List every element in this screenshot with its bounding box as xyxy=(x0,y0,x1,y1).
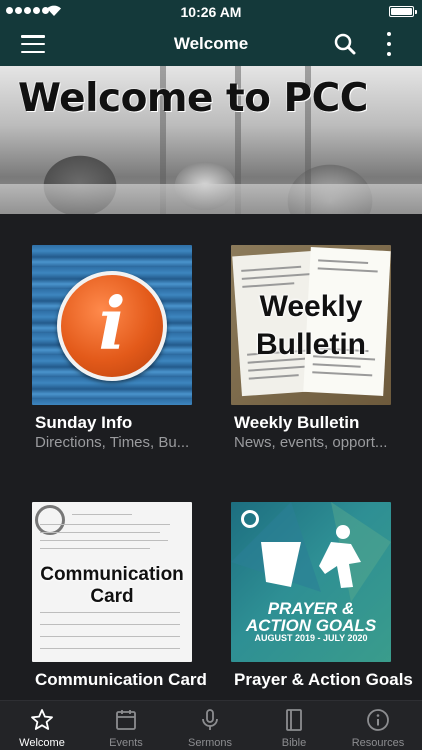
info-badge-icon: i xyxy=(57,271,167,381)
communication-card-image: Communication Card xyxy=(32,502,192,662)
banner-photo-detail xyxy=(0,184,422,214)
page-title: Welcome xyxy=(173,34,249,53)
prayer-image-text: PRAYER & ACTION GOALS xyxy=(245,599,377,635)
logo-icon xyxy=(35,505,65,535)
tab-resources[interactable]: Resources xyxy=(336,701,420,750)
microphone-icon xyxy=(202,709,218,730)
prayer-image-date: AUGUST 2019 - JULY 2020 xyxy=(254,633,368,643)
info-icon xyxy=(367,709,389,731)
tab-label: Events xyxy=(109,737,143,749)
tab-label: Sermons xyxy=(187,737,233,749)
bulletin-image-text: Bulletin xyxy=(256,328,366,361)
sunday-info-image: i xyxy=(32,245,192,405)
card-image-text: Communication xyxy=(40,564,184,585)
calendar-icon xyxy=(116,710,136,730)
status-bar: 10:26 AM xyxy=(0,0,422,22)
tab-bible[interactable]: Bible xyxy=(252,701,336,750)
tile-title: Communication Card xyxy=(35,670,207,689)
tile-title: Prayer & Action Goals xyxy=(234,670,413,689)
banner-title: Welcome to PCC xyxy=(18,76,368,121)
tab-label: Bible xyxy=(281,737,307,749)
card-image-text: Card xyxy=(90,586,134,607)
tab-events[interactable]: Events xyxy=(84,701,168,750)
tab-sermons[interactable]: Sermons xyxy=(168,701,252,750)
tile-subtitle: Directions, Times, Bu... xyxy=(35,434,190,451)
tab-bar: Welcome Events Sermons Bible Resources xyxy=(0,700,422,750)
more-options-icon[interactable] xyxy=(386,32,392,56)
welcome-banner[interactable]: Welcome to PCC xyxy=(0,66,422,214)
star-icon xyxy=(31,709,53,730)
prayer-action-goals-image: PRAYER & ACTION GOALS AUGUST 2019 - JULY… xyxy=(231,502,391,662)
tile-title: Sunday Info xyxy=(35,413,133,432)
navigation-bar: Welcome xyxy=(0,22,422,66)
battery-icon xyxy=(389,6,417,17)
search-icon[interactable] xyxy=(334,33,356,55)
tab-label: Resources xyxy=(351,737,405,749)
bulletin-image-text: Weekly xyxy=(259,290,363,323)
book-icon xyxy=(286,709,302,731)
status-time: 10:26 AM xyxy=(180,4,242,20)
tile-subtitle: News, events, opport... xyxy=(234,434,388,451)
weekly-bulletin-image: Weekly Bulletin xyxy=(231,245,391,405)
tab-welcome[interactable]: Welcome xyxy=(0,701,84,750)
tile-title: Weekly Bulletin xyxy=(234,413,360,432)
tab-label: Welcome xyxy=(19,737,65,749)
